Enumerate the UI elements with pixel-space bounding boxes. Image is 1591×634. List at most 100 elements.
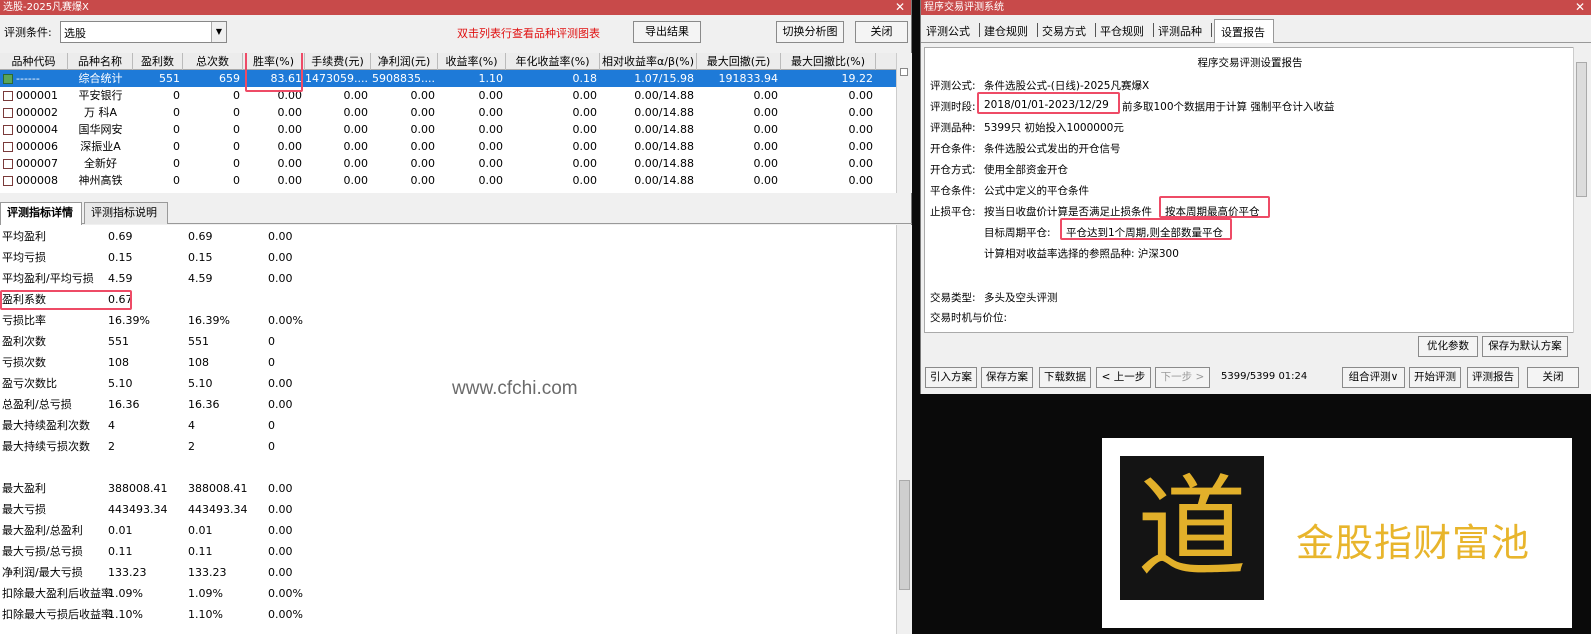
- metrics-scrollbar[interactable]: [896, 225, 912, 634]
- tab-metric-details[interactable]: 评测指标详情: [0, 202, 82, 225]
- metric-row: 最大盈利 388008.41 388008.41 0.00: [0, 479, 896, 499]
- tab-separator: [1095, 23, 1096, 37]
- save-scheme-button[interactable]: 保存方案: [981, 367, 1033, 388]
- column-header[interactable]: 胜率(%): [243, 53, 305, 70]
- tab-varieties[interactable]: 评测品种: [1158, 23, 1202, 39]
- table-row[interactable]: 000007 全新好 0 0 0.00 0.00 0.00 0.00 0.00 0.00/14.8…: [0, 155, 912, 172]
- table-cell: 0.00: [753, 174, 779, 187]
- table-cell: 0: [233, 140, 240, 153]
- column-header[interactable]: 最大回撤比(%): [781, 53, 876, 70]
- table-cell: 191833.94: [718, 72, 779, 85]
- table-cell: 0: [233, 106, 240, 119]
- metric-value: 0.00: [268, 377, 293, 390]
- table-cell: 551: [159, 72, 180, 85]
- column-header[interactable]: 收益率(%): [438, 53, 506, 70]
- report-scrollbar[interactable]: [1573, 47, 1589, 333]
- right-close-button[interactable]: 关闭: [1527, 367, 1579, 388]
- combo-eval-button[interactable]: 组合评测∨: [1342, 367, 1405, 388]
- download-data-button[interactable]: 下载数据: [1039, 367, 1091, 388]
- metric-value: 133.23: [108, 566, 147, 579]
- metric-value: 16.36: [188, 398, 220, 411]
- report-scrollbar-thumb[interactable]: [1576, 62, 1587, 197]
- table-cell: 0.00: [572, 174, 598, 187]
- close-button[interactable]: 关闭: [855, 21, 908, 43]
- metric-value: 0: [268, 440, 275, 453]
- grid-scrollbar[interactable]: [896, 53, 912, 193]
- table-row[interactable]: 000008 神州高铁 0 0 0.00 0.00 0.00 0.00 0.00 0.00/14.…: [0, 172, 912, 189]
- optimize-params-button[interactable]: 优化参数: [1418, 336, 1478, 357]
- table-cell: 0: [173, 157, 180, 170]
- import-scheme-button[interactable]: 引入方案: [925, 367, 977, 388]
- tab-trade-mode[interactable]: 交易方式: [1042, 23, 1086, 39]
- tab-settings-report[interactable]: 设置报告: [1214, 19, 1274, 43]
- table-row[interactable]: 000004 国华网安 0 0 0.00 0.00 0.00 0.00 0.00 0.00/14.…: [0, 121, 912, 138]
- metric-value: 4.59: [188, 272, 213, 285]
- metric-label: 平均盈利/平均亏损: [2, 272, 94, 285]
- column-header[interactable]: 总次数: [183, 53, 243, 70]
- condition-select[interactable]: 选股 ▼: [60, 21, 227, 43]
- trade-type-value: 多头及空头评测: [984, 292, 1058, 304]
- table-cell: 0.00: [753, 157, 779, 170]
- metric-value: 108: [188, 356, 209, 369]
- tab-open-rules[interactable]: 建仓规则: [984, 23, 1028, 39]
- save-default-button[interactable]: 保存为默认方案: [1482, 336, 1568, 357]
- metric-row: 盈亏次数比 5.10 5.10 0.00: [0, 374, 896, 394]
- metric-label: 平均亏损: [2, 251, 46, 264]
- tab-close-rules[interactable]: 平仓规则: [1100, 23, 1144, 39]
- metric-value: 0.00: [268, 251, 293, 264]
- chevron-down-icon[interactable]: ▼: [211, 22, 226, 42]
- export-button[interactable]: 导出结果: [633, 21, 701, 43]
- table-row[interactable]: 000002 万 科A 0 0 0.00 0.00 0.00 0.00 0.00 0.00/14.…: [0, 104, 912, 121]
- table-cell: 0.00/14.88: [634, 174, 694, 187]
- trading-evaluation-window: 程序交易评测系统 ✕ 评测公式 建仓规则 交易方式 平仓规则 评测品种 设置报告…: [920, 0, 1591, 394]
- left-close-icon[interactable]: ✕: [895, 0, 905, 15]
- column-header[interactable]: 相对收益率α/β(%): [600, 53, 697, 70]
- seal-character: 道: [1137, 464, 1247, 592]
- results-grid: 品种代码 品种名称 盈利数 总次数 胜率(%) 手续费(元) 净利润(元) 收益率(%) 年化收…: [0, 53, 912, 193]
- progress-text: 5399/5399 01:24: [1221, 371, 1308, 382]
- settings-tabs: 评测公式 建仓规则 交易方式 平仓规则 评测品种 设置报告: [921, 17, 1591, 43]
- table-cell: 0.00: [848, 140, 874, 153]
- eval-report-button[interactable]: 评测报告: [1467, 367, 1519, 388]
- table-cell: 0.00: [410, 157, 436, 170]
- metric-row: 盈利次数 551 551 0: [0, 332, 896, 352]
- tab-metric-description[interactable]: 评测指标说明: [84, 202, 168, 224]
- table-cell: 0: [173, 123, 180, 136]
- tab-formula[interactable]: 评测公式: [926, 23, 970, 39]
- right-close-icon[interactable]: ✕: [1575, 0, 1585, 15]
- column-header[interactable]: 净利润(元): [371, 53, 438, 70]
- metric-row: 平均盈利 0.69 0.69 0.00: [0, 227, 896, 247]
- metric-value: 1.10%: [188, 608, 223, 621]
- metrics-scrollbar-thumb[interactable]: [899, 480, 910, 590]
- switch-chart-button[interactable]: 切换分析图: [776, 21, 844, 43]
- metric-value: 0.69: [108, 230, 133, 243]
- column-header[interactable]: 品种代码: [0, 53, 68, 70]
- metric-value: 2: [108, 440, 115, 453]
- table-cell: 0.00/14.88: [634, 89, 694, 102]
- table-row[interactable]: 000006 深振业A 0 0 0.00 0.00 0.00 0.00 0.00 0.00/14.…: [0, 138, 912, 155]
- table-cell: 0.00: [410, 106, 436, 119]
- start-eval-button[interactable]: 开始评测: [1409, 367, 1461, 388]
- metric-value: 5.10: [188, 377, 213, 390]
- trade-type-label: 交易类型:: [930, 292, 976, 304]
- metric-row: 最大亏损/总亏损 0.11 0.11 0.00: [0, 542, 896, 562]
- brand-banner: 道 金股指财富池: [1102, 438, 1572, 628]
- table-cell: 0.00: [343, 123, 369, 136]
- table-cell: 0.00: [753, 89, 779, 102]
- column-header[interactable]: 手续费(元): [305, 53, 371, 70]
- close-cond-label: 平仓条件:: [930, 185, 976, 197]
- column-header[interactable]: 品种名称: [68, 53, 133, 70]
- column-header[interactable]: 最大回撤(元): [697, 53, 781, 70]
- table-cell: 0.00: [848, 89, 874, 102]
- prev-step-button[interactable]: < 上一步: [1096, 367, 1151, 388]
- table-row[interactable]: 000001 平安银行 0 0 0.00 0.00 0.00 0.00 0.00 0.00/14.…: [0, 87, 912, 104]
- column-header[interactable]: 年化收益率(%): [506, 53, 600, 70]
- table-cell: 0.00: [343, 174, 369, 187]
- tab-separator: [1153, 23, 1154, 37]
- metric-label: 最大亏损: [2, 503, 46, 516]
- summary-row[interactable]: ------ 综合统计 551 659 83.61 1473059.... 5908835.…: [0, 70, 912, 87]
- column-header[interactable]: 盈利数: [133, 53, 183, 70]
- next-step-button[interactable]: 下一步 >: [1155, 367, 1210, 388]
- tab-separator: [1211, 23, 1212, 37]
- table-cell: 0.00: [410, 140, 436, 153]
